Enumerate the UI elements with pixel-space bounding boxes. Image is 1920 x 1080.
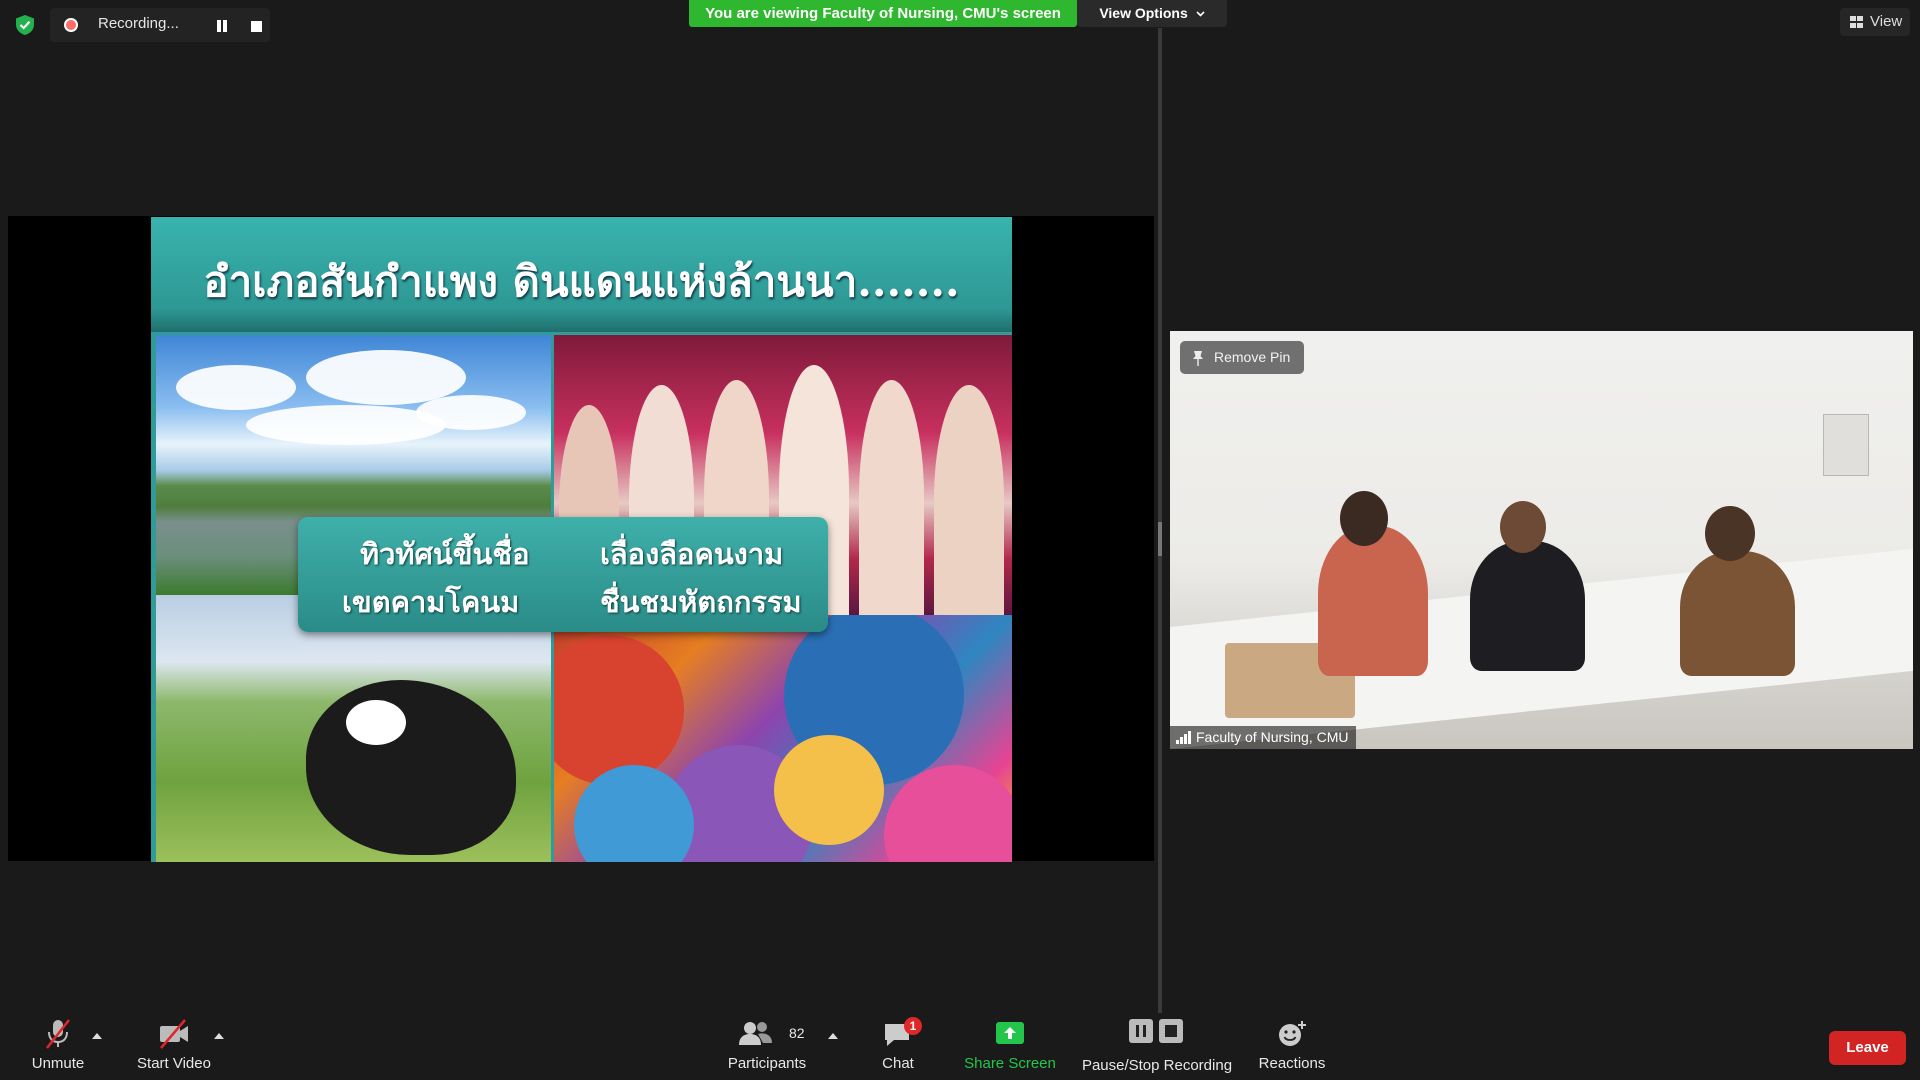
share-screen-label: Share Screen bbox=[964, 1055, 1056, 1072]
chat-badge: 1 bbox=[904, 1017, 922, 1035]
share-screen-icon bbox=[996, 1022, 1024, 1044]
participants-icon bbox=[739, 1022, 772, 1045]
reactions-label: Reactions bbox=[1258, 1055, 1326, 1072]
divider-grip[interactable] bbox=[1158, 522, 1162, 556]
caption-scenery: ทิวทัศน์ขึ้นชื่อ bbox=[360, 537, 530, 571]
start-video-label: Start Video bbox=[137, 1055, 211, 1072]
microphone-muted-icon bbox=[46, 1019, 70, 1049]
shield-check-icon[interactable] bbox=[14, 14, 36, 36]
audio-options-caret[interactable] bbox=[92, 1033, 102, 1039]
participants-button[interactable]: 82 Participants bbox=[722, 1015, 812, 1072]
presentation-slide: อำเภอสันกำแพง ดินแดนแห่งล้านนา....... ทิ… bbox=[151, 217, 1012, 862]
view-label: View bbox=[1870, 13, 1903, 30]
pause-icon[interactable] bbox=[216, 20, 228, 32]
participants-label: Participants bbox=[727, 1055, 807, 1072]
caption-handicraft: ชื่นชมหัตถกรรม bbox=[600, 585, 802, 619]
recording-label: Recording... bbox=[98, 15, 179, 32]
chevron-down-icon bbox=[1196, 11, 1205, 17]
view-button[interactable]: View bbox=[1840, 8, 1910, 36]
dairy-cow-photo bbox=[156, 595, 551, 862]
participant-name: Faculty of Nursing, CMU bbox=[1196, 729, 1349, 745]
umbrella-craft-photo bbox=[554, 615, 1012, 862]
video-options-caret[interactable] bbox=[214, 1033, 224, 1039]
video-camera-muted-icon bbox=[160, 1019, 188, 1049]
participants-options-caret[interactable] bbox=[828, 1033, 838, 1039]
remove-pin-label: Remove Pin bbox=[1214, 349, 1291, 365]
chat-label: Chat bbox=[882, 1055, 914, 1072]
pin-icon bbox=[1193, 351, 1203, 366]
caption-beauty: เลื่องลือคนงาม bbox=[600, 537, 784, 571]
unmute-label: Unmute bbox=[31, 1055, 85, 1072]
screen-share-banner: You are viewing Faculty of Nursing, CMU'… bbox=[689, 0, 1077, 27]
slide-title: อำเภอสันกำแพง ดินแดนแห่งล้านนา....... bbox=[203, 257, 960, 306]
grid-view-icon bbox=[1850, 16, 1863, 28]
pause-stop-recording-label: Pause/Stop Recording bbox=[1081, 1057, 1233, 1074]
pause-stop-icons bbox=[1129, 1019, 1183, 1043]
participant-name-tag: Faculty of Nursing, CMU bbox=[1170, 726, 1357, 749]
pause-stop-recording-button[interactable]: Pause/Stop Recording bbox=[1078, 1015, 1236, 1074]
record-icon bbox=[64, 18, 78, 32]
recording-indicator: Recording... bbox=[50, 8, 270, 42]
participants-count: 82 bbox=[789, 1025, 805, 1041]
leave-button[interactable]: Leave bbox=[1829, 1031, 1906, 1065]
signal-icon bbox=[1176, 731, 1191, 744]
view-options-label: View Options bbox=[1099, 5, 1188, 21]
chat-button[interactable]: 1 Chat bbox=[872, 1015, 924, 1072]
unmute-button[interactable]: Unmute bbox=[20, 1015, 96, 1072]
view-options-button[interactable]: View Options bbox=[1077, 0, 1227, 27]
share-screen-button[interactable]: Share Screen bbox=[960, 1015, 1060, 1072]
stop-icon[interactable] bbox=[251, 21, 262, 32]
reactions-button[interactable]: Reactions bbox=[1252, 1015, 1332, 1072]
panel-divider[interactable] bbox=[1158, 28, 1162, 1013]
caption-dairy: เขตคามโคนม bbox=[342, 585, 520, 619]
remove-pin-button[interactable]: Remove Pin bbox=[1180, 341, 1304, 374]
start-video-button[interactable]: Start Video bbox=[130, 1015, 218, 1072]
participant-video[interactable] bbox=[1170, 331, 1913, 749]
slide-caption-box: ทิวทัศน์ขึ้นชื่อ เขตคามโคนม เลื่องลือคนง… bbox=[298, 517, 828, 632]
reactions-icon bbox=[1279, 1021, 1306, 1046]
